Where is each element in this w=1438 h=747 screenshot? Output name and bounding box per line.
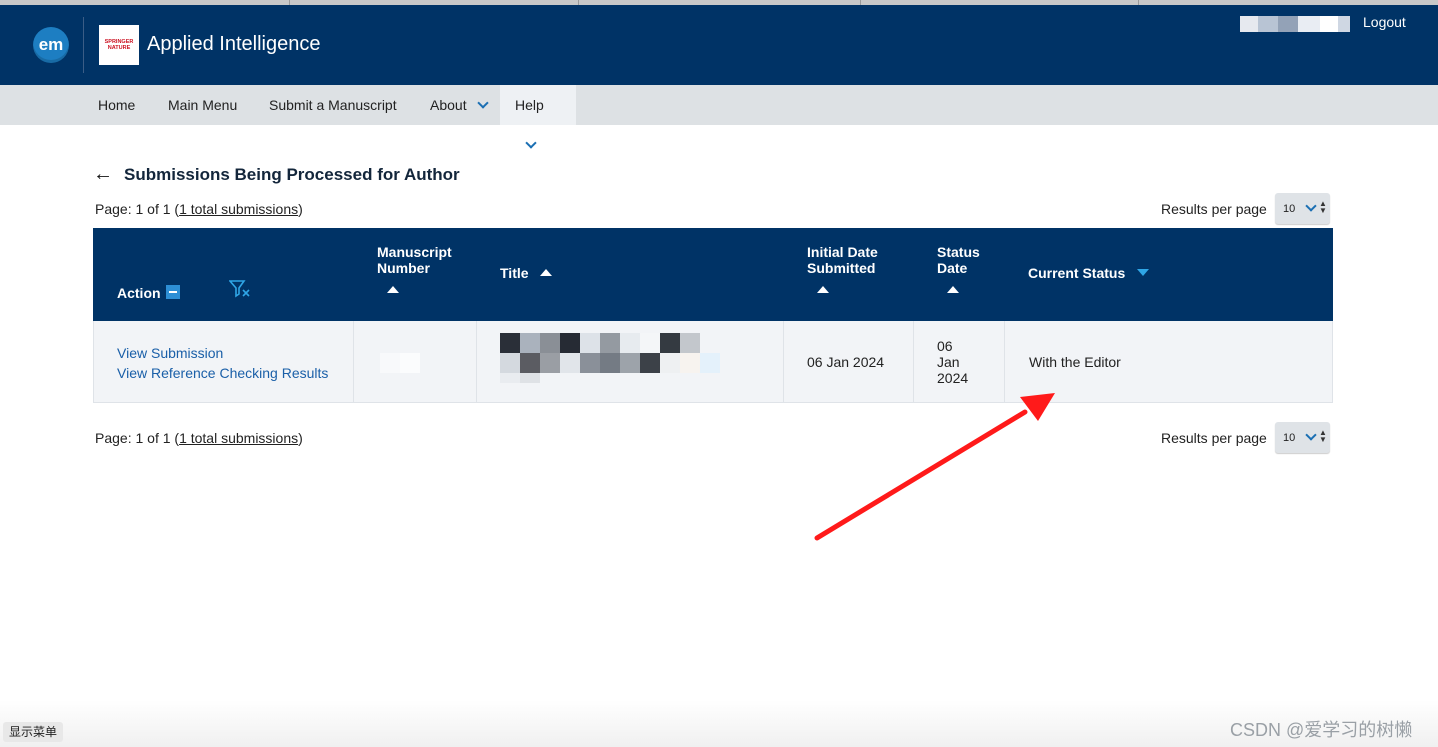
nav-home[interactable]: Home bbox=[83, 85, 150, 125]
select-arrows-icon: ▲ ▼ bbox=[1319, 199, 1327, 215]
show-menu-button[interactable]: 显示菜单 bbox=[3, 722, 63, 742]
page-info-bottom: Page: 1 of 1 (1 total submissions) bbox=[95, 430, 303, 446]
sort-descending-icon bbox=[1137, 269, 1150, 276]
column-header-manuscript-number[interactable]: Manuscript Number bbox=[377, 244, 452, 296]
filter-clear-icon[interactable] bbox=[229, 280, 251, 298]
logout-link[interactable]: Logout bbox=[1363, 14, 1406, 30]
view-submission-link[interactable]: View Submission bbox=[117, 343, 353, 363]
annotation-arrow-icon bbox=[814, 393, 1055, 541]
sort-ascending-icon bbox=[540, 269, 553, 276]
total-submissions-link[interactable]: 1 total submissions bbox=[179, 201, 298, 217]
csdn-watermark: CSDN @爱学习的树懒 bbox=[1230, 720, 1413, 740]
sort-ascending-icon bbox=[947, 286, 959, 293]
chevron-down-icon bbox=[476, 97, 489, 109]
user-name-redacted bbox=[1240, 10, 1350, 34]
results-per-page-label: Results per page bbox=[1161, 430, 1267, 446]
column-header-initial-date[interactable]: Initial Date Submitted bbox=[807, 244, 878, 296]
site-header: em SPRINGER NATURE Applied Intelligence … bbox=[0, 5, 1438, 85]
chevron-down-icon bbox=[525, 137, 537, 149]
editorial-manager-logo[interactable]: em bbox=[33, 27, 69, 63]
column-header-status-date[interactable]: Status Date bbox=[937, 244, 980, 296]
header-divider bbox=[83, 17, 84, 73]
cell-title-redacted bbox=[477, 321, 784, 402]
collapse-minus-icon[interactable] bbox=[165, 285, 180, 299]
nav-help[interactable]: Help bbox=[500, 85, 576, 149]
column-header-current-status[interactable]: Current Status bbox=[1028, 265, 1150, 281]
sort-ascending-icon bbox=[387, 286, 399, 293]
page-info-top: Page: 1 of 1 (1 total submissions) bbox=[95, 201, 303, 217]
back-arrow-icon[interactable]: ← bbox=[93, 163, 113, 186]
results-per-page-select[interactable]: 10 ▲ ▼ bbox=[1275, 193, 1330, 224]
cell-manuscript-number-redacted bbox=[354, 321, 477, 402]
chevron-down-icon bbox=[1305, 429, 1317, 441]
nav-submit-manuscript[interactable]: Submit a Manuscript bbox=[254, 85, 412, 125]
results-per-page-select[interactable]: 10 ▲ ▼ bbox=[1275, 422, 1330, 453]
nav-about[interactable]: About bbox=[415, 85, 502, 125]
springer-nature-logo: SPRINGER NATURE bbox=[99, 25, 139, 65]
sort-ascending-icon bbox=[817, 286, 829, 293]
nav-main-menu[interactable]: Main Menu bbox=[153, 85, 252, 125]
page-bottom-area bbox=[0, 700, 1438, 747]
cell-action: View Submission View Reference Checking … bbox=[94, 321, 354, 402]
table-row: View Submission View Reference Checking … bbox=[93, 321, 1333, 403]
total-submissions-link[interactable]: 1 total submissions bbox=[179, 430, 298, 446]
chevron-down-icon bbox=[1305, 200, 1317, 212]
submissions-table: Action Manuscript Number Title Initial D… bbox=[93, 228, 1333, 403]
results-per-page-label: Results per page bbox=[1161, 201, 1267, 217]
journal-title: Applied Intelligence bbox=[147, 33, 321, 55]
column-header-title[interactable]: Title bbox=[500, 265, 553, 281]
column-header-action: Action bbox=[117, 284, 180, 301]
page-title: Submissions Being Processed for Author bbox=[124, 165, 460, 184]
select-arrows-icon: ▲ ▼ bbox=[1319, 428, 1327, 444]
table-header: Action Manuscript Number Title Initial D… bbox=[93, 228, 1333, 321]
view-reference-checking-link[interactable]: View Reference Checking Results bbox=[117, 363, 353, 383]
main-nav: Home Main Menu Submit a Manuscript About… bbox=[0, 85, 1438, 149]
